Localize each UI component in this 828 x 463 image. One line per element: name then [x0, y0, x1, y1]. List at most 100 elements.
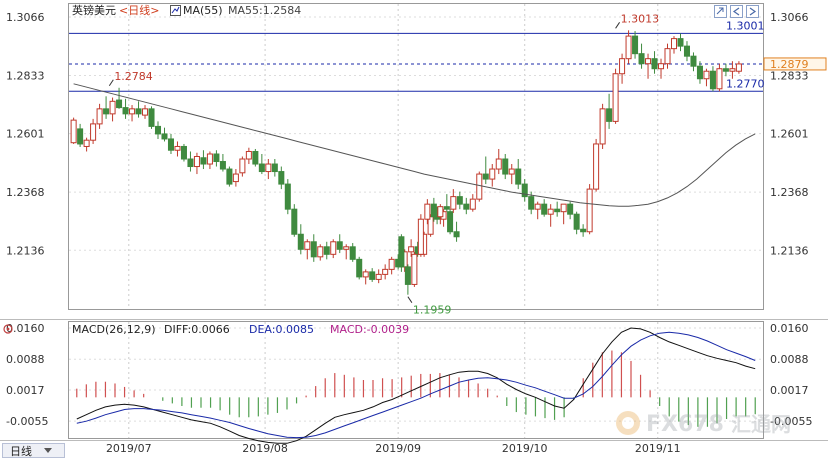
candle — [482, 156, 489, 185]
candle — [664, 43, 671, 69]
candle — [265, 159, 272, 180]
candle — [547, 204, 554, 227]
candle — [239, 156, 246, 177]
candle — [508, 164, 515, 185]
price-tick-left: 1.2368 — [6, 186, 45, 199]
candle — [638, 43, 645, 69]
candle — [586, 184, 593, 235]
candle — [573, 211, 580, 235]
candle — [453, 221, 460, 242]
price-tick-left: 1.2136 — [6, 244, 45, 257]
level-line-label: 1.3001 — [726, 19, 765, 32]
candle — [463, 197, 470, 215]
candle — [677, 33, 684, 52]
candle — [83, 137, 90, 152]
period-label: <日线> — [119, 3, 159, 17]
candle — [606, 93, 613, 129]
candle — [336, 234, 343, 254]
price-tick-left: 1.2601 — [6, 128, 45, 141]
chart-window: 1.3001 1.2770 1.2879 1.2784 1.3013 1.1959 1.… — [0, 0, 828, 459]
candles — [70, 30, 742, 295]
price-tick-left: 1.3066 — [6, 11, 45, 24]
candle — [161, 127, 168, 142]
candle — [154, 121, 162, 139]
low-annotation: 1.1959 — [413, 304, 452, 317]
price-tick-right: 1.2833 — [770, 69, 809, 82]
scroll-left-icon[interactable] — [730, 5, 743, 18]
candle — [625, 30, 632, 64]
ma-label: MA(55) — [183, 4, 223, 17]
macd-label: MACD(26,12,9) — [72, 323, 156, 336]
candle — [174, 141, 181, 157]
candle — [469, 194, 476, 212]
date-tick-label: 2019/07 — [106, 442, 152, 455]
scroll-right-icon[interactable] — [746, 5, 759, 18]
candle — [735, 61, 742, 74]
price-tick-right: 1.2368 — [770, 186, 809, 199]
candle — [554, 201, 561, 217]
candle — [632, 31, 639, 59]
candle — [213, 150, 220, 167]
watermark-brand: FX678 — [646, 412, 724, 437]
candle — [129, 105, 136, 122]
candle — [515, 159, 522, 190]
candle — [476, 171, 483, 202]
candle — [709, 66, 716, 92]
candle — [90, 118, 97, 144]
macd-tick-left: 0.0017 — [6, 384, 45, 397]
candle — [193, 152, 200, 175]
candle — [96, 103, 103, 129]
candle — [77, 123, 84, 147]
candle — [404, 264, 411, 295]
candle — [70, 117, 77, 144]
restore-icon[interactable] — [714, 5, 727, 18]
candle — [447, 209, 454, 235]
fx678-watermark: FX678 汇通网 — [616, 411, 791, 437]
date-tick-label: 2019/08 — [242, 442, 288, 455]
candle — [258, 153, 265, 175]
candle — [417, 214, 424, 257]
candle — [411, 251, 418, 287]
level-line-label: 1.2770 — [726, 77, 765, 90]
candle — [245, 147, 252, 165]
macd-tick-right: 0.0160 — [770, 322, 809, 335]
date-tick-label: 2019/09 — [375, 442, 421, 455]
candle — [362, 269, 369, 285]
macd-value: MACD:-0.0039 — [330, 323, 409, 336]
candle — [645, 53, 652, 79]
candle — [450, 189, 457, 213]
candle — [167, 133, 174, 154]
candle — [252, 148, 259, 167]
candle — [651, 51, 658, 74]
period-tab[interactable]: 日线 — [2, 443, 65, 459]
high-annotation: 1.3013 — [621, 12, 660, 25]
chart-canvas[interactable]: 1.30011.27701.2879 1.27841.30131.1959 1.… — [0, 0, 828, 459]
candle — [148, 106, 155, 129]
candle — [716, 63, 723, 92]
candle — [599, 103, 606, 149]
candle — [670, 36, 678, 54]
candle — [278, 166, 285, 190]
candle — [521, 179, 528, 202]
date-tick-label: 2019/11 — [635, 442, 681, 455]
candle — [388, 256, 395, 275]
candle — [297, 224, 304, 255]
candle — [612, 68, 619, 124]
candle — [291, 204, 298, 237]
candle — [200, 150, 207, 170]
candle — [103, 96, 110, 119]
ma-indicator-icon[interactable] — [170, 5, 181, 16]
macd-tick-right: 0.0017 — [770, 384, 809, 397]
candle — [271, 159, 278, 177]
candle — [502, 153, 509, 180]
price-tick-right: 1.3066 — [770, 11, 809, 24]
candle — [375, 269, 382, 284]
watermark-brand-cn: 汇通网 — [731, 412, 791, 436]
candle — [323, 241, 330, 260]
candle — [232, 169, 239, 187]
candle — [135, 101, 142, 118]
candle — [187, 151, 194, 172]
date-tick-label: 2019/10 — [502, 442, 548, 455]
candle — [541, 199, 548, 217]
ma55-line — [73, 83, 756, 207]
